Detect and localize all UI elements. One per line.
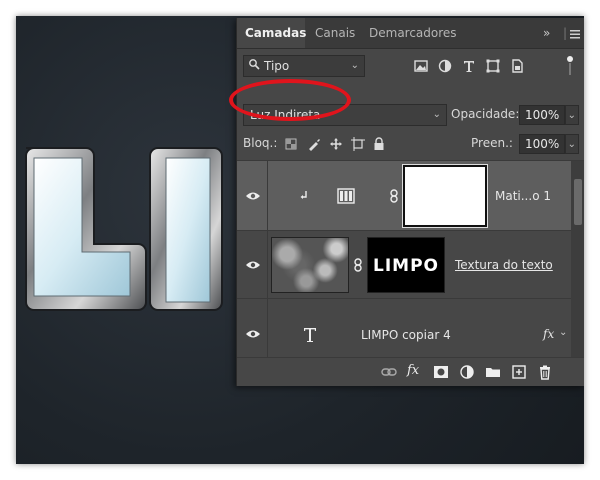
tab-paths[interactable]: Demarcadores (361, 18, 465, 48)
hamburger-menu-icon[interactable] (569, 18, 581, 48)
image-filter-icon[interactable] (413, 58, 429, 74)
texture-thumbnail[interactable] (271, 237, 349, 293)
canvas-letters-artwork (25, 147, 223, 311)
fill-dropdown-button[interactable]: ⌄ (565, 134, 579, 154)
lock-row: Bloq.: Preen.: 100% ⌄ (237, 133, 584, 155)
scrollbar-thumb[interactable] (574, 179, 582, 225)
panel-divider: | (563, 26, 568, 40)
lock-artboard-icon[interactable] (351, 137, 365, 151)
layers-panel: Camadas Canais Demarcadores » | Tipo ⌄ L… (236, 18, 584, 386)
blend-row: Luz Indireta ⌄ Opacidade: 100% ⌄ (237, 103, 584, 127)
layer-name: LIMPO copiar 4 (361, 328, 451, 342)
chain-link-icon[interactable] (353, 258, 363, 272)
lock-all-icon[interactable] (373, 137, 385, 151)
layer-name: Textura do texto (455, 258, 553, 272)
search-icon (248, 56, 260, 76)
eye-icon[interactable] (245, 191, 261, 201)
layer-mask-thumbnail[interactable] (402, 164, 488, 228)
smart-object-filter-icon[interactable] (509, 58, 525, 74)
filter-kind-select[interactable]: Tipo ⌄ (243, 55, 365, 77)
shape-filter-icon[interactable] (485, 58, 501, 74)
fill-label: Preen.: (471, 136, 513, 150)
lock-image-pixels-icon[interactable] (307, 137, 321, 151)
eye-icon[interactable] (245, 260, 261, 270)
layers-list: Mati...o 1 LIMPO Textura do texto LIMPO … (237, 160, 584, 369)
eye-icon[interactable] (245, 329, 261, 339)
opacity-dropdown-button[interactable]: ⌄ (565, 105, 579, 125)
clipping-arrow-icon (300, 191, 307, 199)
type-filter-icon[interactable] (461, 58, 477, 74)
visibility-toggle[interactable] (237, 231, 268, 298)
adjustment-filter-icon[interactable] (437, 58, 453, 74)
fx-badge[interactable]: fx (543, 327, 554, 341)
chevron-down-icon: ⌄ (432, 109, 441, 120)
opacity-field[interactable]: 100% (519, 105, 565, 125)
mask-thumbnail[interactable]: LIMPO (367, 237, 445, 293)
text-layer-icon (304, 328, 316, 342)
add-mask-icon[interactable] (433, 364, 449, 380)
blend-mode-value: Luz Indireta (250, 108, 321, 122)
adjustment-icon[interactable] (459, 364, 475, 380)
chevron-down-icon: ⌄ (567, 139, 576, 150)
fill-field[interactable]: 100% (519, 134, 565, 154)
delete-icon[interactable] (537, 364, 553, 380)
filter-row: Tipo ⌄ (237, 54, 584, 78)
tab-layers[interactable]: Camadas (237, 18, 306, 48)
chain-link-icon[interactable] (389, 189, 399, 203)
link-layers-icon[interactable] (381, 364, 397, 380)
fx-icon[interactable]: fx (407, 363, 423, 379)
lock-position-icon[interactable] (329, 137, 343, 151)
filter-kind-value: Tipo (264, 59, 290, 73)
opacity-label: Opacidade: (451, 107, 520, 121)
photoshop-window: Camadas Canais Demarcadores » | Tipo ⌄ L… (16, 16, 584, 464)
blend-mode-select[interactable]: Luz Indireta ⌄ (243, 104, 447, 126)
chevron-down-icon: ⌄ (567, 110, 576, 121)
lock-transparent-pixels-icon[interactable] (285, 138, 297, 150)
tab-channels[interactable]: Canais (307, 18, 363, 48)
new-layer-icon[interactable] (511, 364, 527, 380)
layer-row[interactable]: LIMPO Textura do texto (237, 231, 571, 299)
layer-name: Mati...o 1 (495, 189, 551, 203)
filter-toggle-switch[interactable] (567, 56, 573, 76)
new-group-icon[interactable] (485, 364, 501, 380)
adjustment-layer-icon (337, 188, 355, 204)
layers-bottom-toolbar: fx (237, 357, 584, 386)
panel-tab-bar: Camadas Canais Demarcadores » | (237, 18, 584, 49)
visibility-toggle[interactable] (237, 161, 268, 230)
double-chevron-right-icon[interactable]: » (543, 18, 550, 48)
layer-row[interactable]: Mati...o 1 (237, 161, 571, 231)
layers-scrollbar[interactable] (571, 161, 584, 359)
expand-effects-icon[interactable]: ⌄ (559, 327, 567, 338)
chevron-down-icon: ⌄ (350, 60, 359, 71)
lock-label: Bloq.: (243, 136, 278, 150)
